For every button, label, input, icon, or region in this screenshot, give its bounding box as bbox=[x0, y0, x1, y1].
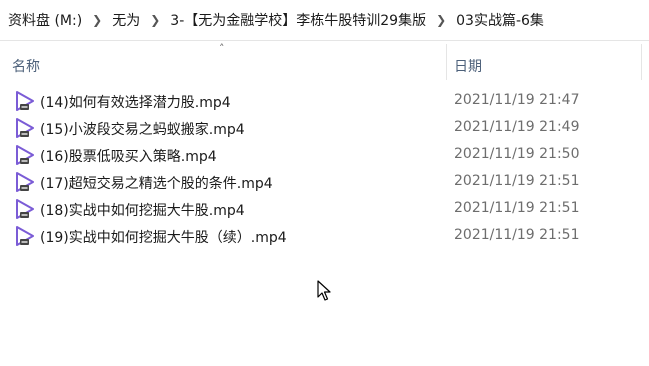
chevron-right-icon[interactable]: ❯ bbox=[144, 13, 166, 27]
mouse-pointer-icon bbox=[317, 280, 331, 301]
sort-up-icon: ˄ bbox=[219, 42, 225, 55]
file-row[interactable]: (14)如何有效选择潜力股.mp4 2021/11/19 21:47 bbox=[0, 88, 649, 115]
file-date: 2021/11/19 21:51 bbox=[454, 227, 580, 243]
file-list: (14)如何有效选择潜力股.mp4 2021/11/19 21:47 (15)小… bbox=[0, 88, 649, 250]
column-header: ˄ 名称 日期 bbox=[0, 42, 649, 82]
video-file-icon bbox=[16, 118, 34, 138]
file-name: (17)超短交易之精选个股的条件.mp4 bbox=[40, 176, 273, 192]
file-date: 2021/11/19 21:50 bbox=[454, 146, 580, 162]
file-date: 2021/11/19 21:49 bbox=[454, 119, 580, 135]
video-file-icon bbox=[16, 172, 34, 192]
chevron-right-icon[interactable]: ❯ bbox=[430, 13, 452, 27]
file-name: (19)实战中如何挖掘大牛股（续）.mp4 bbox=[40, 230, 287, 246]
file-name: (15)小波段交易之蚂蚁搬家.mp4 bbox=[40, 122, 245, 138]
breadcrumb-item-drive[interactable]: 资料盘 (M:) bbox=[0, 10, 86, 30]
breadcrumb-item-folder[interactable]: 3-【无为金融学校】李栋牛股特训29集版 bbox=[166, 10, 430, 30]
video-file-icon bbox=[16, 145, 34, 165]
file-date: 2021/11/19 21:51 bbox=[454, 200, 580, 216]
file-row[interactable]: (18)实战中如何挖掘大牛股.mp4 2021/11/19 21:51 bbox=[0, 196, 649, 223]
file-row[interactable]: (17)超短交易之精选个股的条件.mp4 2021/11/19 21:51 bbox=[0, 169, 649, 196]
file-date: 2021/11/19 21:47 bbox=[454, 92, 580, 108]
file-name: (14)如何有效选择潜力股.mp4 bbox=[40, 95, 231, 111]
column-divider[interactable] bbox=[446, 44, 447, 80]
video-file-icon bbox=[16, 91, 34, 111]
breadcrumb-item-folder[interactable]: 无为 bbox=[108, 10, 144, 30]
video-file-icon bbox=[16, 199, 34, 219]
breadcrumb-item-current[interactable]: 03实战篇-6集 bbox=[452, 10, 548, 30]
file-date: 2021/11/19 21:51 bbox=[454, 173, 580, 189]
file-name: (18)实战中如何挖掘大牛股.mp4 bbox=[40, 203, 245, 219]
file-row[interactable]: (15)小波段交易之蚂蚁搬家.mp4 2021/11/19 21:49 bbox=[0, 115, 649, 142]
file-row[interactable]: (19)实战中如何挖掘大牛股（续）.mp4 2021/11/19 21:51 bbox=[0, 223, 649, 250]
file-row[interactable]: (16)股票低吸买入策略.mp4 2021/11/19 21:50 bbox=[0, 142, 649, 169]
chevron-right-icon[interactable]: ❯ bbox=[86, 13, 108, 27]
video-file-icon bbox=[16, 226, 34, 246]
column-header-name[interactable]: 名称 bbox=[12, 56, 40, 76]
breadcrumb: 资料盘 (M:) ❯ 无为 ❯ 3-【无为金融学校】李栋牛股特训29集版 ❯ 0… bbox=[0, 0, 649, 41]
column-header-date[interactable]: 日期 bbox=[454, 56, 482, 76]
file-name: (16)股票低吸买入策略.mp4 bbox=[40, 149, 217, 165]
column-divider[interactable] bbox=[641, 44, 642, 80]
